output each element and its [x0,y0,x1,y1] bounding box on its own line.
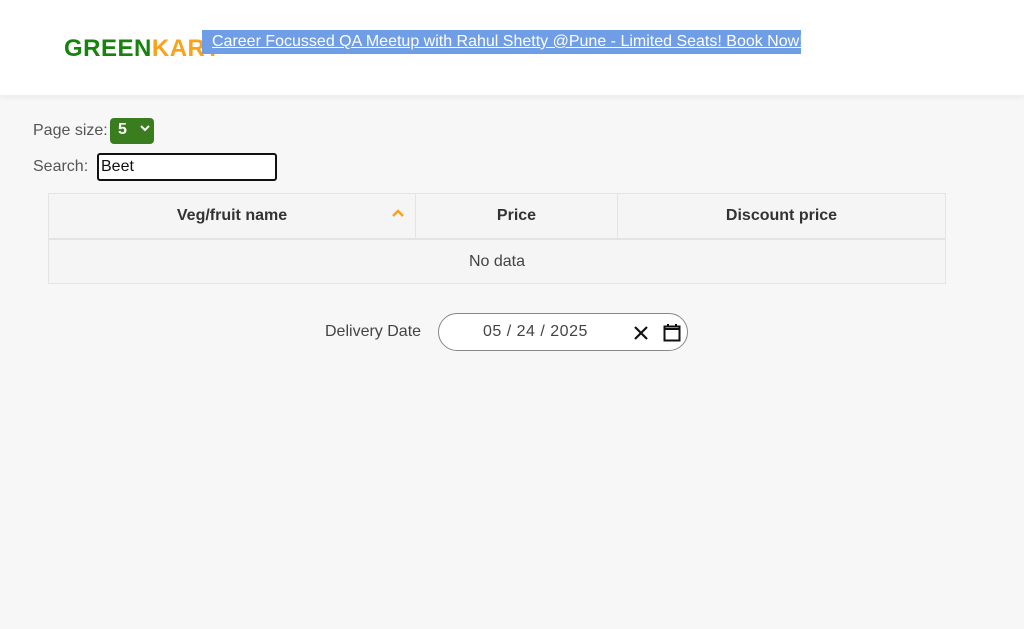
chevron-down-icon [140,121,150,138]
search-input[interactable] [97,153,277,181]
header: GREENKART Career Focussed QA Meetup with… [0,0,1024,95]
page-size-value: 5 [118,121,127,138]
calendar-icon[interactable] [663,323,681,342]
column-header-discount[interactable]: Discount price [618,194,945,238]
column-header-discount-label: Discount price [725,207,838,224]
promo-banner: Career Focussed QA Meetup with Rahul She… [202,30,804,54]
column-header-name[interactable]: Veg/fruit name [49,194,416,238]
logo: GREENKART [64,34,221,64]
column-header-price[interactable]: Price [416,194,618,238]
page-size-select[interactable]: 5 [110,118,154,144]
column-header-name-label: Veg/fruit name [176,207,288,224]
clear-icon[interactable] [633,325,649,341]
page-size-label: Page size: [33,122,108,139]
promo-link[interactable]: Career Focussed QA Meetup with Rahul She… [212,32,804,52]
delivery-date-value[interactable]: 05 / 24 / 2025 [483,323,588,341]
delivery-date-picker[interactable]: 05 / 24 / 2025 [438,313,688,351]
empty-state: No data [468,252,526,270]
column-header-price-label: Price [496,207,537,224]
search-label: Search: [33,158,89,175]
logo-green: GREEN [64,35,152,62]
delivery-date-label: Delivery Date [325,323,422,340]
sort-ascending-icon [392,209,404,217]
products-table: Veg/fruit name Price Discount price No d… [48,193,946,284]
